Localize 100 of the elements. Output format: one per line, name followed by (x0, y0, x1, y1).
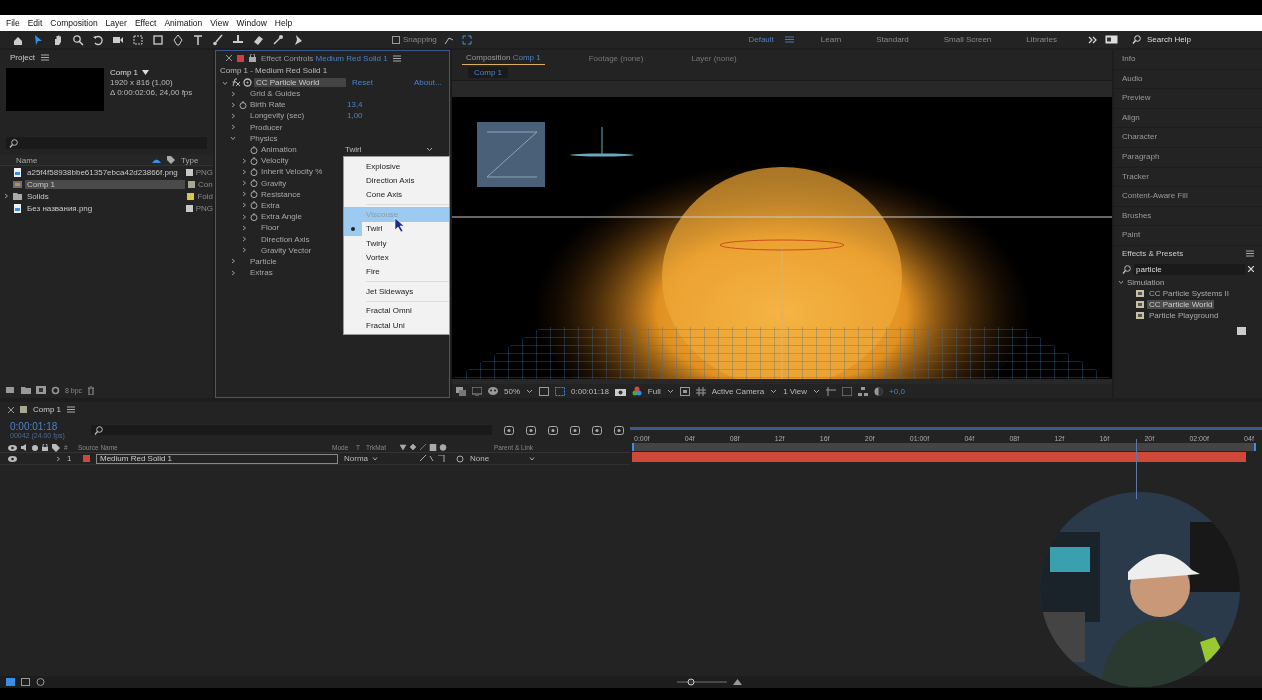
workspace-tab[interactable]: Standard (876, 35, 909, 44)
new-item-icon[interactable] (1237, 326, 1246, 335)
close-icon[interactable] (226, 55, 232, 61)
snapshot-icon[interactable] (614, 386, 626, 396)
menu-icon[interactable] (67, 406, 75, 413)
pick-whip-icon[interactable] (456, 454, 464, 463)
panel-tab[interactable]: Brushes (1114, 206, 1262, 227)
workspace-tab[interactable]: Learn (820, 35, 842, 44)
label-swatch[interactable] (187, 192, 195, 200)
column-header[interactable]: Name (16, 155, 146, 165)
timecode[interactable]: 0:00:01:18 (10, 421, 81, 432)
chevron-icon[interactable] (230, 124, 236, 131)
project-item[interactable]: Solids Fold (0, 190, 213, 202)
pan-behind-icon[interactable] (132, 33, 144, 46)
menu-option[interactable]: Cone Axis (344, 187, 449, 203)
exposure-icon[interactable] (874, 386, 884, 396)
panel-toggle-icon[interactable] (1105, 35, 1118, 44)
solo-icon[interactable] (32, 444, 38, 451)
menu-option[interactable]: Jet Sideways (344, 284, 449, 299)
draft-3d-icon[interactable] (526, 425, 536, 435)
chevron-icon[interactable] (55, 455, 61, 462)
stopwatch-icon[interactable] (250, 167, 258, 176)
transparency-grid-icon[interactable] (679, 386, 690, 396)
search-icon[interactable] (72, 33, 84, 46)
label-swatch[interactable] (188, 180, 195, 188)
property-value[interactable]: 1,00 (347, 111, 449, 121)
panel-tab[interactable]: Audio (1114, 69, 1262, 90)
chevron-icon[interactable] (230, 258, 236, 265)
search-field[interactable] (6, 137, 207, 149)
menu-item[interactable]: Animation (164, 18, 203, 28)
chevron-icon[interactable] (1118, 279, 1124, 286)
speaker-icon[interactable] (21, 444, 28, 451)
search-field[interactable] (90, 425, 492, 435)
menu-option[interactable]: Explosive (344, 159, 449, 174)
stopwatch-icon[interactable] (250, 212, 258, 221)
category-label[interactable]: Simulation (1127, 277, 1165, 287)
brush-icon[interactable] (212, 33, 224, 46)
panel-tab[interactable]: Effect Controls Medium Red Solid 1 (261, 53, 388, 63)
menu-icon[interactable] (784, 36, 794, 43)
list-item[interactable]: Particle Playground (1147, 310, 1221, 320)
pointer-icon[interactable] (32, 33, 44, 46)
hand-icon[interactable] (52, 33, 64, 46)
exposure-value[interactable]: +0,0 (889, 386, 905, 396)
chevron-icon[interactable] (241, 202, 247, 209)
layer-switches-icon[interactable] (21, 678, 30, 686)
menu-option[interactable]: Fractal Omni (344, 303, 449, 318)
chevron-icon[interactable] (230, 269, 236, 276)
lock-icon[interactable] (42, 444, 48, 451)
column-header[interactable]: Type (181, 155, 209, 165)
panel-tab[interactable]: Footage (none) (584, 51, 648, 65)
trash-icon[interactable] (87, 385, 96, 395)
fx-icon[interactable] (230, 78, 241, 87)
rectangle-icon[interactable] (152, 33, 164, 46)
menu-item[interactable]: Composition (50, 18, 98, 28)
menu-option[interactable]: Direction Axis (344, 173, 449, 188)
chevron-icon[interactable] (3, 193, 9, 199)
eraser-icon[interactable] (252, 33, 264, 46)
panel-tab[interactable]: Preview (1114, 89, 1262, 109)
menu-option[interactable]: Twirly (344, 235, 449, 251)
zoom-slider-icon[interactable] (677, 678, 727, 686)
frame-blend-icon[interactable] (570, 425, 580, 435)
grid-icon[interactable] (695, 386, 706, 396)
interpret-icon[interactable] (6, 386, 16, 394)
animation-dropdown[interactable]: Twirl (345, 144, 433, 155)
workspace-tab[interactable]: Libraries (1026, 35, 1057, 44)
menu-icon[interactable] (1246, 250, 1254, 258)
label-icon[interactable] (52, 443, 60, 452)
search-field[interactable]: particle (1134, 263, 1245, 275)
stopwatch-icon[interactable] (239, 100, 247, 109)
eye-icon[interactable] (8, 455, 17, 462)
toggle-icon[interactable] (826, 386, 837, 396)
current-time[interactable]: 0:00:01:18 (571, 386, 609, 396)
view-layout-dropdown[interactable]: 1 View (783, 386, 821, 396)
fit-icon[interactable] (539, 386, 549, 396)
panel-tab[interactable]: Align (1114, 108, 1262, 129)
close-icon[interactable] (8, 406, 14, 413)
zoom-dropdown[interactable]: 50% (504, 386, 533, 396)
panel-tab[interactable]: Composition Comp 1 (462, 51, 545, 65)
search-help-field[interactable]: Search Help (1147, 35, 1247, 44)
chevron-icon[interactable] (222, 79, 228, 86)
panel-tab[interactable]: Paint (1114, 226, 1262, 246)
new-comp-icon[interactable] (36, 386, 46, 394)
chevron-icon[interactable] (230, 90, 236, 97)
project-item[interactable]: a25f4f58938bbe61357ebca42d23866f.png PNG (0, 166, 213, 178)
snapping-checkbox[interactable]: Snapping (392, 35, 437, 44)
panel-tab[interactable]: Character (1114, 128, 1262, 148)
mask-icon[interactable] (488, 387, 498, 395)
chevron-icon[interactable] (241, 213, 247, 220)
project-item[interactable]: Comp 1 Con (0, 178, 213, 190)
switches-icon[interactable] (400, 444, 450, 451)
menu-item[interactable]: Help (274, 18, 293, 28)
label-swatch[interactable] (185, 168, 193, 176)
more-icon[interactable] (1088, 35, 1098, 44)
menu-icon[interactable] (392, 54, 401, 62)
stopwatch-icon[interactable] (250, 201, 258, 210)
stopwatch-icon[interactable] (250, 190, 258, 199)
chevron-icon[interactable] (241, 168, 247, 175)
chevron-icon[interactable] (241, 157, 247, 164)
workspace-tab[interactable]: Default (748, 35, 774, 44)
mode-dropdown[interactable]: Norma (344, 454, 384, 463)
